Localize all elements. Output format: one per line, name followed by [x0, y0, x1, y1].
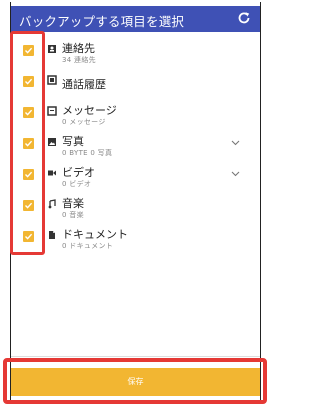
page-title: バックアップする項目を選択: [19, 14, 185, 29]
refresh-icon[interactable]: [237, 11, 251, 25]
message-icon: [47, 106, 57, 116]
photo-icon: [48, 138, 56, 146]
backup-item[interactable]: メッセージ 0 メッセージ: [11, 99, 260, 130]
backup-item[interactable]: 写真 0 BYTE 0 写真: [11, 130, 260, 161]
item-title: ドキュメント: [62, 228, 128, 241]
backup-item[interactable]: 音楽 0 音楽: [11, 192, 260, 223]
backup-item[interactable]: 連絡先 34 連絡先: [11, 37, 260, 68]
item-title: 通話履歴: [62, 78, 106, 91]
app-header: バックアップする項目を選択: [11, 6, 260, 32]
item-title: ビデオ: [62, 166, 95, 179]
backup-item[interactable]: 通話履歴: [11, 68, 260, 99]
save-button-highlight-box: [3, 358, 267, 404]
document-icon: [49, 231, 55, 239]
item-subtitle: 0 音楽: [62, 211, 84, 219]
contacts-icon: [48, 45, 56, 53]
divider: [11, 356, 260, 357]
item-subtitle: 0 BYTE 0 写真: [62, 149, 113, 157]
item-subtitle: 0 ドキュメント: [62, 242, 114, 250]
call-log-icon: [47, 75, 57, 85]
phone-screen: バックアップする項目を選択 連絡先 34 連絡先 通話履歴 メッセージ 0 メッセージ写…: [0, 0, 272, 410]
backup-item[interactable]: ビデオ 0 ビデオ: [11, 161, 260, 192]
item-title: メッセージ: [62, 104, 117, 117]
backup-item[interactable]: ドキュメント 0 ドキュメント: [11, 223, 260, 254]
item-subtitle: 0 ビデオ: [62, 180, 92, 188]
chevron-down-icon[interactable]: [231, 171, 240, 177]
item-title: 音楽: [62, 197, 84, 210]
item-title: 写真: [62, 135, 84, 148]
music-icon: [48, 199, 56, 209]
video-icon: [48, 170, 56, 176]
item-title: 連絡先: [62, 42, 95, 55]
item-subtitle: 0 メッセージ: [62, 118, 106, 126]
item-subtitle: 34 連絡先: [62, 56, 96, 64]
checkbox-highlight-box: [10, 31, 45, 255]
chevron-down-icon[interactable]: [231, 140, 240, 146]
